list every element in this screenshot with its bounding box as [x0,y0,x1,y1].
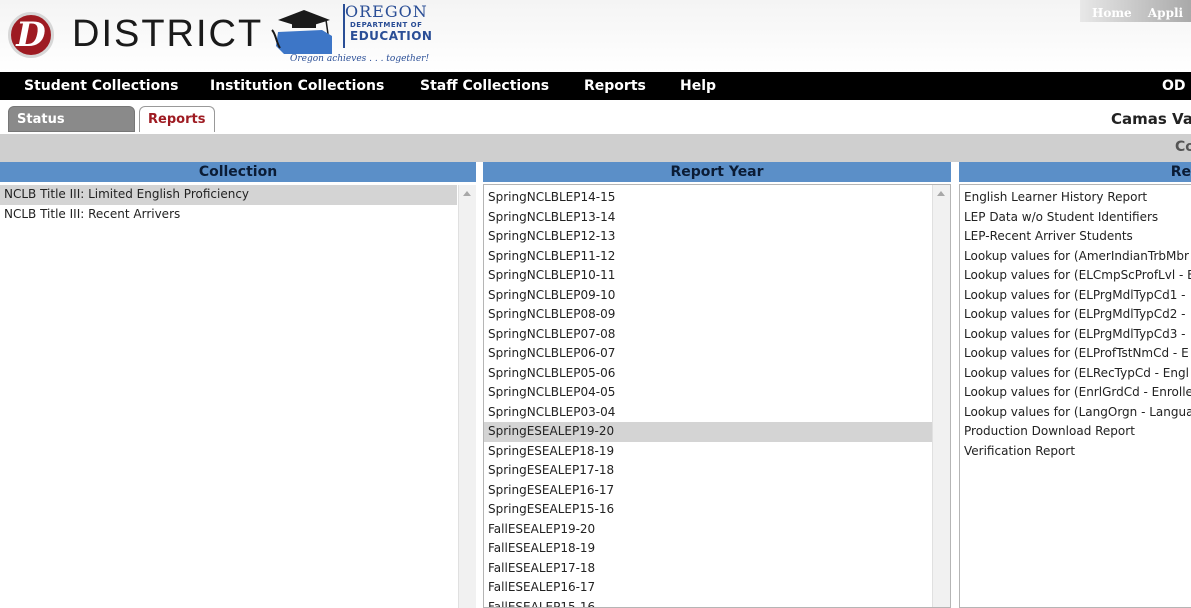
nav-student-collections[interactable]: Student Collections [24,78,179,94]
report-year-scrollbar[interactable] [932,185,950,607]
report-item[interactable]: Lookup values for (ELCmpScProfLvl - E [960,266,1191,286]
report-item[interactable]: Lookup values for (ELRecTypCd - Engl [960,364,1191,384]
report-year-item[interactable]: FallESEALEP17-18 [484,559,933,579]
collection-list[interactable]: NCLB Title III: Limited English Proficie… [0,185,476,608]
report-year-item[interactable]: SpringNCLBLEP04-05 [484,383,933,403]
report-item[interactable]: LEP-Recent Arriver Students [960,227,1191,247]
applications-link[interactable]: Appli [1148,6,1183,20]
main-nav: Student Collections Institution Collecti… [0,72,1191,100]
collection-item[interactable]: NCLB Title III: Recent Arrivers [0,205,457,225]
report-year-item[interactable]: SpringESEALEP19-20 [484,422,933,442]
report-year-item[interactable]: SpringNCLBLEP07-08 [484,325,933,345]
context-bar-text: Co [1175,139,1191,155]
report-year-item[interactable]: SpringNCLBLEP14-15 [484,188,933,208]
report-year-item[interactable]: SpringNCLBLEP06-07 [484,344,933,364]
report-year-item[interactable]: SpringESEALEP17-18 [484,461,933,481]
ode-department-text: DEPARTMENT OF [350,21,423,29]
report-item[interactable]: Lookup values for (ELPrgMdlTypCd1 - [960,286,1191,306]
district-logo-icon[interactable]: D [8,12,54,58]
report-year-header: Report Year [483,162,951,182]
district-name: Camas Va [1111,110,1191,128]
report-year-item[interactable]: FallESEALEP19-20 [484,520,933,540]
collection-panel: Collection NCLB Title III: Limited Engli… [0,162,476,608]
reports-list[interactable]: English Learner History Report LEP Data w… [959,184,1191,608]
nav-reports[interactable]: Reports [584,78,646,94]
scroll-up-icon[interactable] [937,191,945,196]
report-year-item[interactable]: SpringNCLBLEP10-11 [484,266,933,286]
ode-oregon-text: OREGON [345,2,428,21]
report-item[interactable]: Lookup values for (ELProfTstNmCd - E [960,344,1191,364]
report-year-item[interactable]: SpringNCLBLEP13-14 [484,208,933,228]
report-year-item[interactable]: FallESEALEP16-17 [484,578,933,598]
report-year-item[interactable]: SpringNCLBLEP11-12 [484,247,933,267]
tab-status-tracking[interactable]: Status Tracking [8,106,135,153]
ode-education-text: EDUCATION [350,29,433,43]
report-item[interactable]: Production Download Report [960,422,1191,442]
report-year-item[interactable]: FallESEALEP15-16 [484,598,933,608]
report-year-item[interactable]: SpringNCLBLEP09-10 [484,286,933,306]
collection-header: Collection [0,162,476,182]
brand-name: DISTRICT [72,13,264,55]
scroll-up-icon[interactable] [463,191,471,196]
report-year-item[interactable]: SpringESEALEP18-19 [484,442,933,462]
report-year-item[interactable]: SpringESEALEP16-17 [484,481,933,501]
app-header: D DISTRICT OREGON DEPARTMENT OF EDUCATIO… [0,0,1191,72]
report-year-item[interactable]: FallESEALEP18-19 [484,539,933,559]
report-item[interactable]: Verification Report [960,442,1191,462]
context-bar: Co [0,134,1191,162]
nav-user-menu[interactable]: OD [1162,78,1186,94]
report-year-list[interactable]: SpringNCLBLEP14-15 SpringNCLBLEP13-14 Spri… [483,184,951,608]
report-item[interactable]: Lookup values for (LangOrgn - Langua [960,403,1191,423]
report-year-panel: Report Year SpringNCLBLEP14-15 SpringNCLB… [483,162,951,608]
nav-help[interactable]: Help [680,78,716,94]
collection-item[interactable]: NCLB Title III: Limited English Proficie… [0,185,457,205]
ode-tagline: Oregon achieves . . . together! [290,54,430,64]
report-year-item[interactable]: SpringNCLBLEP12-13 [484,227,933,247]
report-item[interactable]: Lookup values for (ELPrgMdlTypCd3 - [960,325,1191,345]
tab-reports[interactable]: Reports [139,106,215,132]
report-year-item[interactable]: SpringESEALEP15-16 [484,500,933,520]
report-item[interactable]: Lookup values for (EnrlGrdCd - Enrolle [960,383,1191,403]
home-link[interactable]: Home [1092,6,1132,20]
report-item[interactable]: English Learner History Report [960,188,1191,208]
report-year-item[interactable]: SpringNCLBLEP08-09 [484,305,933,325]
report-item[interactable]: Lookup values for (AmerIndianTrbMbr [960,247,1191,267]
nav-institution-collections[interactable]: Institution Collections [210,78,384,94]
reports-panel: Re English Learner History Report LEP Dat… [959,162,1191,608]
collection-scrollbar[interactable] [458,185,476,608]
tab-bar: Status Tracking Reports Camas Va [0,100,1191,153]
oregon-graduate-icon [271,10,332,54]
header-links: Home Appli [1092,6,1191,20]
nav-staff-collections[interactable]: Staff Collections [420,78,549,94]
report-item[interactable]: Lookup values for (ELPrgMdlTypCd2 - [960,305,1191,325]
report-year-item[interactable]: SpringNCLBLEP05-06 [484,364,933,384]
report-year-item[interactable]: SpringNCLBLEP03-04 [484,403,933,423]
ode-logo: OREGON DEPARTMENT OF EDUCATION Oregon ac… [270,2,470,68]
report-item[interactable]: LEP Data w/o Student Identifiers [960,208,1191,228]
reports-header: Re [959,162,1191,182]
